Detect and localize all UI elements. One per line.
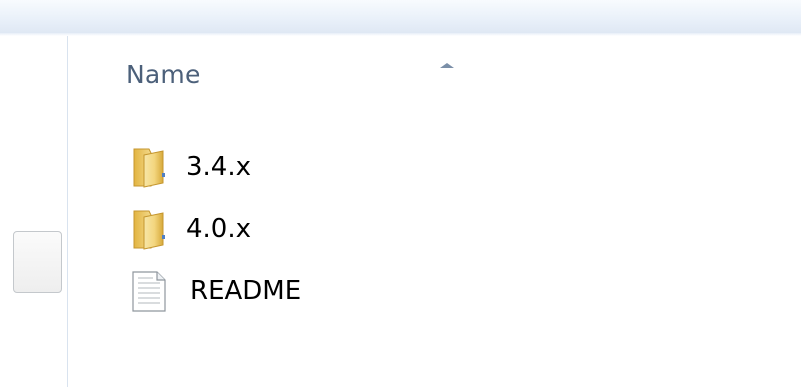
explorer-window: Name 3.4.x 4.0.x README <box>0 0 801 387</box>
list-item-3-4-x[interactable]: 3.4.x <box>130 136 301 198</box>
navigation-pane-button[interactable] <box>13 231 62 293</box>
folder-icon <box>130 145 168 189</box>
sort-ascending-icon <box>440 63 454 68</box>
name-column-label: Name <box>126 60 201 89</box>
file-list: 3.4.x 4.0.x README <box>130 136 301 322</box>
file-name: README <box>190 276 302 306</box>
toolbar-band <box>0 0 801 34</box>
file-name: 4.0.x <box>186 214 251 244</box>
name-column-header[interactable]: Name <box>126 58 546 98</box>
text-document-icon <box>130 269 168 313</box>
file-name: 3.4.x <box>186 152 251 182</box>
folder-icon <box>130 207 168 251</box>
list-item-readme[interactable]: README <box>130 260 301 322</box>
file-list-pane: Name 3.4.x 4.0.x README <box>68 36 801 387</box>
navigation-pane <box>0 36 68 387</box>
list-item-4-0-x[interactable]: 4.0.x <box>130 198 301 260</box>
